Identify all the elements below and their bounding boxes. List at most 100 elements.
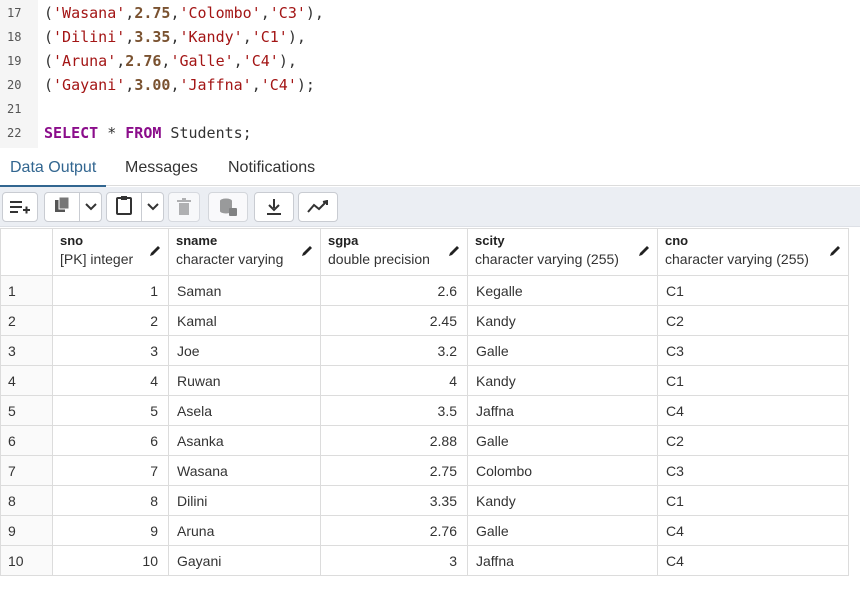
cell-cno[interactable]: C4: [657, 395, 849, 426]
cell-sgpa[interactable]: 3.5: [320, 395, 468, 426]
column-header-sno[interactable]: sno [PK] integer: [52, 228, 169, 276]
cell-scity[interactable]: Jaffna: [467, 395, 658, 426]
row-number[interactable]: 1: [0, 275, 53, 306]
cell-scity[interactable]: Colombo: [467, 455, 658, 486]
cell-sname[interactable]: Kamal: [168, 305, 321, 336]
cell-sgpa[interactable]: 2.6: [320, 275, 468, 306]
row-number[interactable]: 6: [0, 425, 53, 456]
row-number[interactable]: 7: [0, 455, 53, 486]
row-number[interactable]: 10: [0, 545, 53, 576]
cell-sno[interactable]: 2: [52, 305, 169, 336]
copy-options-button[interactable]: [80, 193, 102, 221]
cell-scity[interactable]: Galle: [467, 335, 658, 366]
cell-sname[interactable]: Asanka: [168, 425, 321, 456]
cell-sname[interactable]: Dilini: [168, 485, 321, 516]
cell-cno[interactable]: C4: [657, 545, 849, 576]
code-line[interactable]: 19 ('Aruna',2.76,'Galle','C4'),: [0, 50, 860, 74]
cell-sname[interactable]: Ruwan: [168, 365, 321, 396]
table-row[interactable]: 8 8 Dilini 3.35 Kandy C1: [0, 485, 849, 516]
cell-sgpa[interactable]: 3: [320, 545, 468, 576]
pencil-icon[interactable]: [828, 244, 842, 258]
pencil-icon[interactable]: [637, 244, 651, 258]
sql-editor[interactable]: 17 ('Wasana',2.75,'Colombo','C3'), 18 ('Dil…: [0, 0, 860, 148]
cell-sname[interactable]: Aruna: [168, 515, 321, 546]
cell-sno[interactable]: 6: [52, 425, 169, 456]
cell-sno[interactable]: 4: [52, 365, 169, 396]
table-row[interactable]: 5 5 Asela 3.5 Jaffna C4: [0, 395, 849, 426]
paste-button[interactable]: [107, 193, 141, 221]
cell-sno[interactable]: 7: [52, 455, 169, 486]
code-line[interactable]: 22 SELECT * FROM Students;: [0, 122, 860, 146]
cell-cno[interactable]: C1: [657, 365, 849, 396]
row-number[interactable]: 5: [0, 395, 53, 426]
cell-sno[interactable]: 1: [52, 275, 169, 306]
code-line[interactable]: 20 ('Gayani',3.00,'Jaffna','C4');: [0, 74, 860, 98]
code-text[interactable]: SELECT * FROM Students;: [44, 124, 252, 142]
graph-visualiser-button[interactable]: [298, 192, 338, 222]
column-header-sgpa[interactable]: sgpa double precision: [320, 228, 468, 276]
table-row[interactable]: 1 1 Saman 2.6 Kegalle C1: [0, 275, 849, 306]
cell-scity[interactable]: Galle: [467, 515, 658, 546]
cell-sname[interactable]: Joe: [168, 335, 321, 366]
code-text[interactable]: ('Dilini',3.35,'Kandy','C1'),: [44, 28, 306, 46]
cell-cno[interactable]: C2: [657, 305, 849, 336]
row-number[interactable]: 9: [0, 515, 53, 546]
cell-sname[interactable]: Gayani: [168, 545, 321, 576]
cell-scity[interactable]: Kegalle: [467, 275, 658, 306]
cell-sgpa[interactable]: 2.45: [320, 305, 468, 336]
cell-sname[interactable]: Wasana: [168, 455, 321, 486]
copy-button[interactable]: [45, 193, 79, 221]
code-text[interactable]: ('Gayani',3.00,'Jaffna','C4');: [44, 76, 315, 94]
delete-button[interactable]: [168, 192, 200, 222]
pencil-icon[interactable]: [447, 244, 461, 258]
tab-notifications[interactable]: Notifications: [218, 150, 325, 186]
cell-sno[interactable]: 8: [52, 485, 169, 516]
table-row[interactable]: 7 7 Wasana 2.75 Colombo C3: [0, 455, 849, 486]
cell-cno[interactable]: C3: [657, 455, 849, 486]
code-line[interactable]: 18 ('Dilini',3.35,'Kandy','C1'),: [0, 26, 860, 50]
cell-sno[interactable]: 10: [52, 545, 169, 576]
cell-sgpa[interactable]: 3.35: [320, 485, 468, 516]
row-number[interactable]: 3: [0, 335, 53, 366]
table-row[interactable]: 2 2 Kamal 2.45 Kandy C2: [0, 305, 849, 336]
cell-sgpa[interactable]: 3.2: [320, 335, 468, 366]
cell-cno[interactable]: C1: [657, 275, 849, 306]
column-header-scity[interactable]: scity character varying (255): [467, 228, 658, 276]
cell-sgpa[interactable]: 2.76: [320, 515, 468, 546]
code-line[interactable]: 17 ('Wasana',2.75,'Colombo','C3'),: [0, 2, 860, 26]
code-line[interactable]: 21: [0, 98, 860, 122]
cell-sno[interactable]: 5: [52, 395, 169, 426]
tab-messages[interactable]: Messages: [115, 150, 208, 186]
table-row[interactable]: 4 4 Ruwan 4 Kandy C1: [0, 365, 849, 396]
download-button[interactable]: [254, 192, 294, 222]
cell-sgpa[interactable]: 2.75: [320, 455, 468, 486]
cell-sname[interactable]: Asela: [168, 395, 321, 426]
pencil-icon[interactable]: [300, 244, 314, 258]
row-number[interactable]: 8: [0, 485, 53, 516]
cell-sno[interactable]: 3: [52, 335, 169, 366]
table-row[interactable]: 10 10 Gayani 3 Jaffna C4: [0, 545, 849, 576]
cell-scity[interactable]: Kandy: [467, 305, 658, 336]
cell-scity[interactable]: Kandy: [467, 365, 658, 396]
cell-scity[interactable]: Galle: [467, 425, 658, 456]
save-data-button[interactable]: [208, 192, 248, 222]
cell-sgpa[interactable]: 4: [320, 365, 468, 396]
row-number[interactable]: 4: [0, 365, 53, 396]
cell-cno[interactable]: C2: [657, 425, 849, 456]
cell-sgpa[interactable]: 2.88: [320, 425, 468, 456]
code-text[interactable]: ('Aruna',2.76,'Galle','C4'),: [44, 52, 297, 70]
table-row[interactable]: 6 6 Asanka 2.88 Galle C2: [0, 425, 849, 456]
paste-options-button[interactable]: [142, 193, 164, 221]
add-row-button[interactable]: [2, 192, 38, 222]
code-text[interactable]: ('Wasana',2.75,'Colombo','C3'),: [44, 4, 324, 22]
column-header-cno[interactable]: cno character varying (255): [657, 228, 849, 276]
row-number[interactable]: 2: [0, 305, 53, 336]
pencil-icon[interactable]: [148, 244, 162, 258]
cell-scity[interactable]: Kandy: [467, 485, 658, 516]
tab-data-output[interactable]: Data Output: [0, 150, 107, 187]
cell-scity[interactable]: Jaffna: [467, 545, 658, 576]
table-row[interactable]: 3 3 Joe 3.2 Galle C3: [0, 335, 849, 366]
column-header-sname[interactable]: sname character varying: [168, 228, 321, 276]
cell-sno[interactable]: 9: [52, 515, 169, 546]
cell-cno[interactable]: C4: [657, 515, 849, 546]
